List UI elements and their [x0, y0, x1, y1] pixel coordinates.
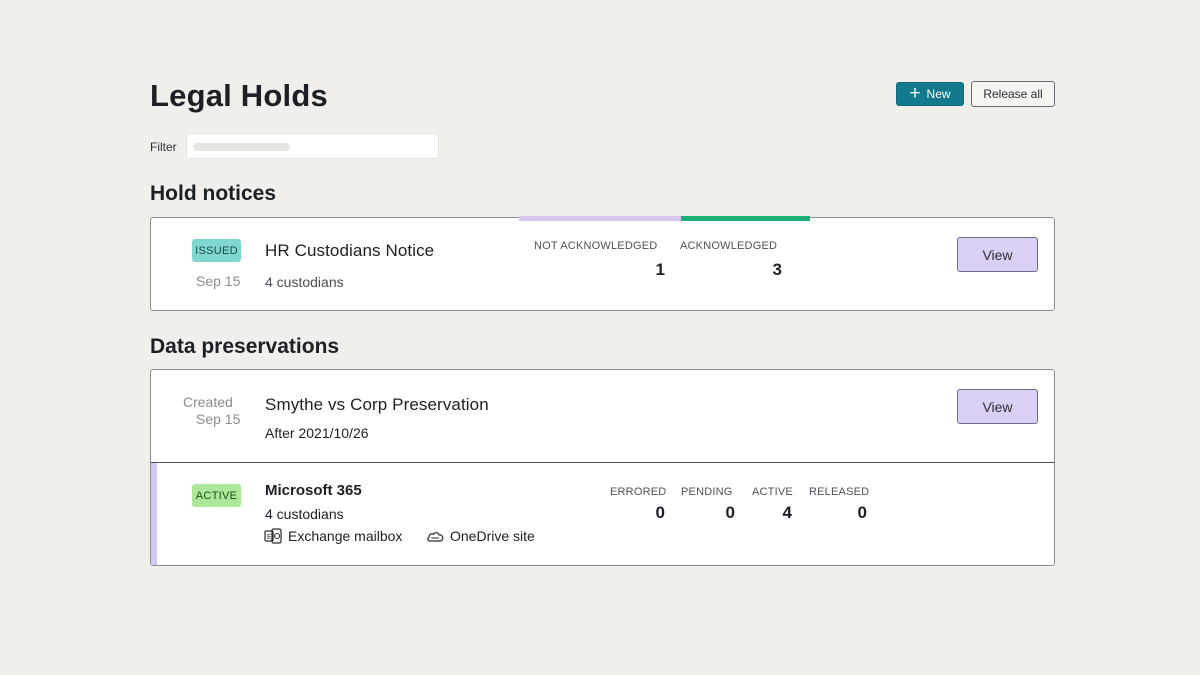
view-notice-button[interactable]: View: [957, 237, 1038, 272]
filter-label: Filter: [150, 140, 177, 154]
page-title: Legal Holds: [150, 78, 328, 113]
filter-placeholder: [193, 143, 290, 151]
created-label: Created: [183, 394, 233, 410]
view-preservation-button[interactable]: View: [957, 389, 1038, 424]
errored-value: 0: [655, 503, 665, 522]
onedrive-icon: [426, 529, 445, 543]
plus-icon: +: [909, 83, 921, 104]
pending-value: 0: [725, 503, 735, 522]
location-onedrive-label: OneDrive site: [450, 528, 535, 544]
source-status-badge: ACTIVE: [192, 484, 241, 507]
status-badge: ISSUED: [192, 239, 241, 262]
errored-label: ERRORED: [610, 486, 667, 498]
legal-holds-page: Legal Holds + New Release all Filter Hol…: [150, 0, 1055, 675]
hold-notice-card: ISSUED Sep 15 HR Custodians Notice 4 cus…: [150, 216, 1055, 311]
source-accent-bar: [151, 463, 157, 565]
active-label: ACTIVE: [752, 486, 793, 498]
notice-title: HR Custodians Notice: [265, 241, 435, 260]
source-custodians: 4 custodians: [265, 506, 344, 522]
preservation-date-range: After 2021/10/26: [265, 425, 369, 441]
preservation-date: Sep 15: [196, 411, 241, 427]
preservation-card: Created Sep 15 Smythe vs Corp Preservati…: [150, 369, 1055, 566]
divider: [151, 462, 1054, 463]
source-name: Microsoft 365: [265, 482, 362, 499]
acknowledged-bar: [681, 216, 810, 221]
location-onedrive: OneDrive site: [426, 528, 535, 544]
acknowledged-value: 3: [772, 260, 782, 279]
not-acknowledged-label: NOT ACKNOWLEDGED: [534, 240, 658, 252]
new-button[interactable]: + New: [896, 82, 964, 106]
released-value: 0: [857, 503, 867, 522]
location-exchange: E Exchange mailbox: [264, 528, 402, 544]
data-preservations-title: Data preservations: [150, 335, 340, 358]
location-exchange-label: Exchange mailbox: [288, 528, 403, 544]
filter-input[interactable]: [186, 133, 439, 159]
release-all-button[interactable]: Release all: [971, 81, 1055, 107]
exchange-icon: E: [264, 528, 283, 544]
svg-text:E: E: [267, 534, 272, 541]
notice-date: Sep 15: [196, 273, 241, 289]
not-acknowledged-value: 1: [655, 260, 665, 279]
released-label: RELEASED: [809, 486, 870, 498]
hold-notices-title: Hold notices: [150, 182, 277, 205]
acknowledged-label: ACKNOWLEDGED: [680, 240, 778, 252]
pending-label: PENDING: [681, 486, 733, 498]
notice-custodians: 4 custodians: [265, 274, 344, 290]
active-value: 4: [782, 503, 792, 522]
new-button-label: New: [926, 87, 951, 101]
preservation-title: Smythe vs Corp Preservation: [265, 395, 489, 414]
not-acknowledged-bar: [519, 216, 681, 221]
